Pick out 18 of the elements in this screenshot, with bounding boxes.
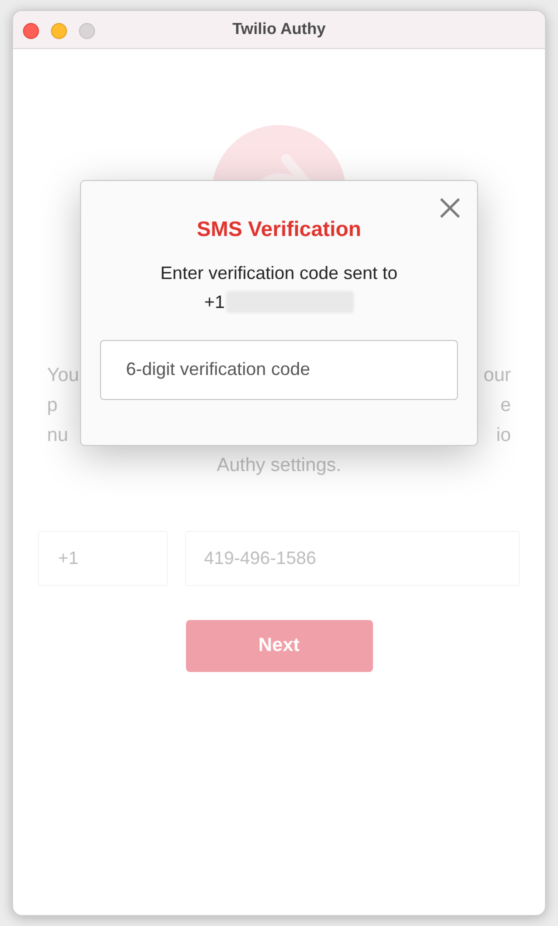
faded-text: p (47, 394, 58, 418)
minimize-window-button[interactable] (51, 23, 67, 39)
dialog-message: Enter verification code sent to (160, 262, 398, 284)
next-button[interactable]: Next (186, 620, 372, 672)
phone-prefix: +1 (204, 290, 225, 314)
window-title: Twilio Authy (232, 20, 326, 40)
phone-number-field[interactable]: 419-496-1586 (185, 531, 520, 586)
code-input-field[interactable]: 6-digit verification code (100, 340, 458, 400)
faded-text: You (47, 364, 80, 388)
faded-text: nu (47, 424, 68, 448)
faded-text: Authy settings. (216, 454, 342, 478)
faded-text: io (496, 424, 511, 448)
close-window-button[interactable] (23, 23, 39, 39)
country-code-field[interactable]: +1 (38, 531, 168, 586)
faded-text: our (484, 364, 511, 388)
dialog-title: SMS Verification (196, 217, 362, 243)
close-icon[interactable] (439, 197, 461, 219)
faded-text: e (500, 394, 511, 418)
